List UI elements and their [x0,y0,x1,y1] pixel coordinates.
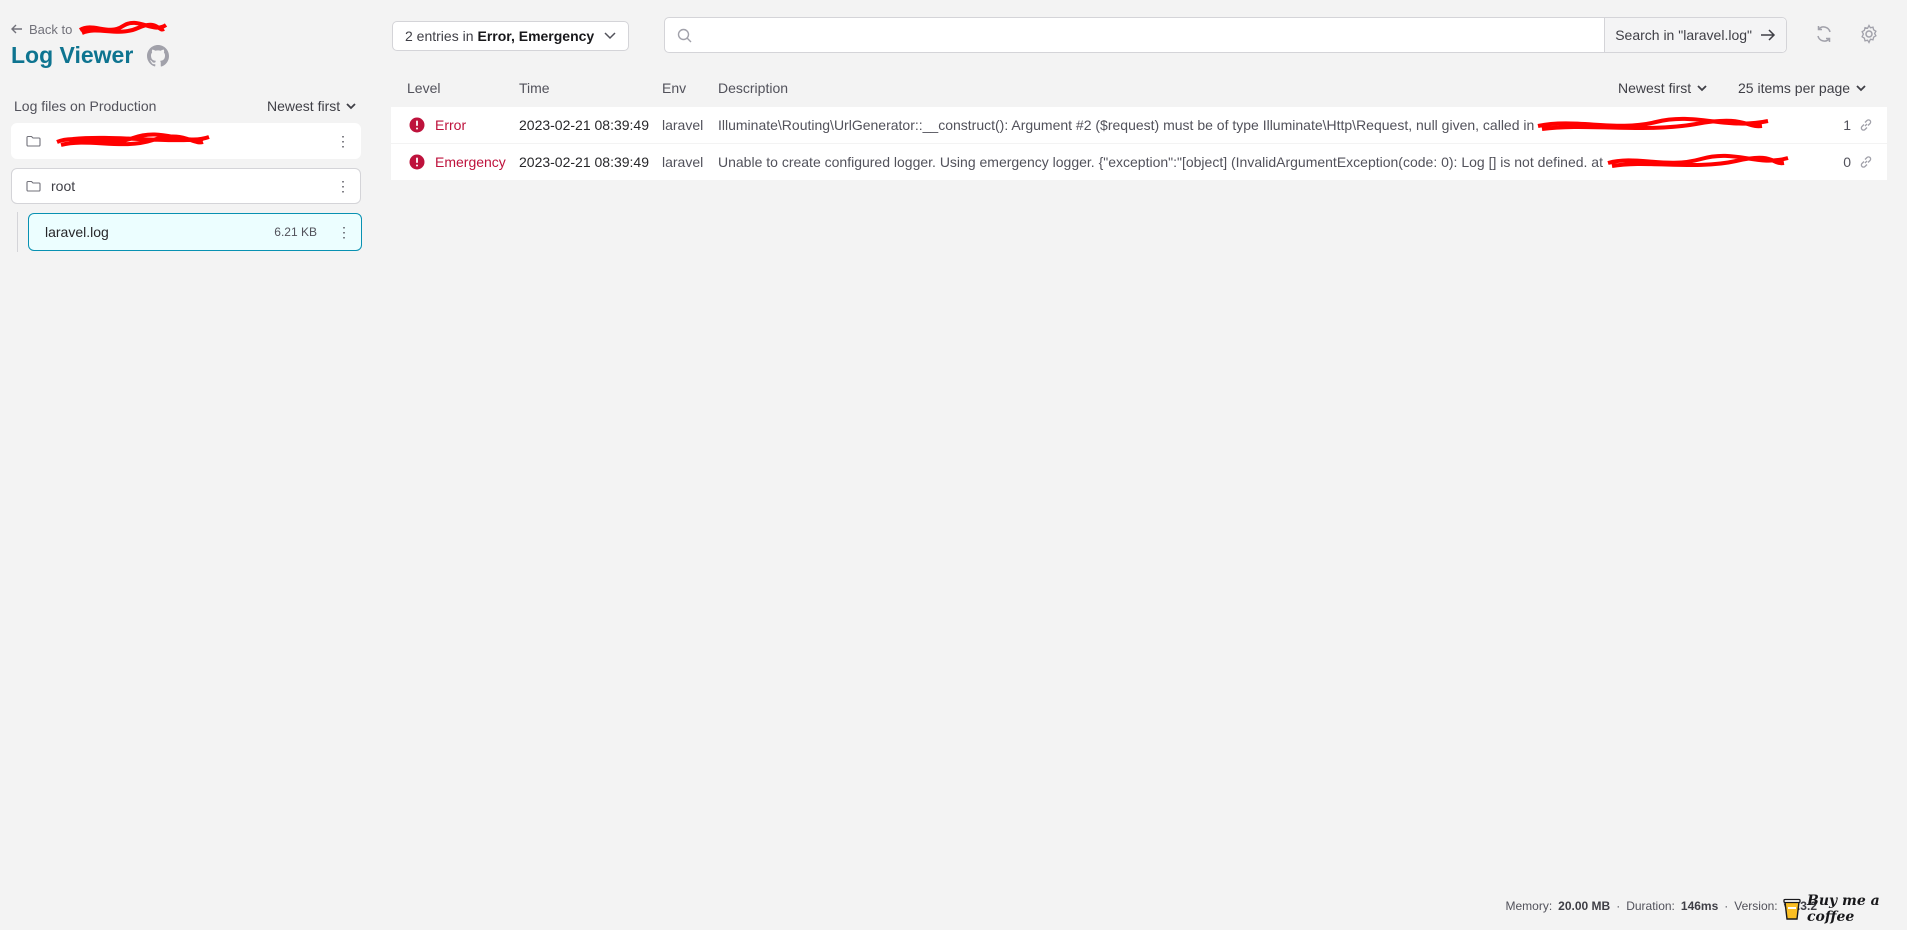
entry-sort-dropdown[interactable]: Newest first [1618,80,1707,96]
search-bar: Search in "laravel.log" [664,17,1787,53]
search-button-label: Search in "laravel.log" [1615,27,1752,43]
entry-time: 2023-02-21 08:39:49 [519,117,649,133]
level-filter-dropdown[interactable]: 2 entries in Error, Emergency [392,21,630,51]
folder-label: root [51,178,76,194]
filter-levels: Error, Emergency [477,28,595,44]
exclamation-circle-icon [409,154,425,170]
folder-menu-button[interactable]: ⋮ [336,179,350,193]
chevron-down-icon [604,32,616,40]
footer-stats: Memory: 20.00 MB · Duration: 146ms · Versi… [1505,899,1817,913]
search-icon [677,28,692,43]
entry-env: laravel [662,117,704,133]
refresh-icon[interactable] [1814,24,1834,44]
chevron-down-icon [1697,84,1707,92]
search-input[interactable] [665,17,1605,53]
separator: · [1616,899,1621,913]
link-icon[interactable] [1859,118,1873,132]
link-icon[interactable] [1859,155,1873,169]
file-size: 6.21 KB [274,225,317,239]
column-header-description: Description [718,80,789,96]
level-label: Emergency [435,154,506,170]
file-name: laravel.log [45,224,109,240]
chevron-down-icon [346,102,356,110]
page-title: Log Viewer [11,42,134,68]
filter-prefix: 2 entries in [405,28,474,44]
redaction-mark [79,20,168,35]
search-submit-button[interactable]: Search in "laravel.log" [1604,18,1786,52]
redaction-mark [1607,153,1789,168]
entry-count: 0 [1843,154,1851,170]
file-item-laravel-log[interactable]: laravel.log 6.21 KB ⋮ [28,213,362,251]
arrow-left-icon [11,24,23,34]
file-menu-button[interactable]: ⋮ [337,225,351,239]
table-row[interactable]: Emergency 2023-02-21 08:39:49 laravel Un… [391,144,1887,180]
memory-label: Memory: [1505,899,1553,913]
folder-icon [26,135,41,147]
gear-icon[interactable] [1859,24,1879,44]
file-sort-dropdown[interactable]: Newest first [267,98,356,114]
arrow-right-icon [1760,29,1776,41]
entry-sort-label: Newest first [1618,80,1692,96]
exclamation-circle-icon [409,117,425,133]
buy-me-a-coffee-link[interactable]: Buy me a coffee [1783,893,1907,925]
app-title: Log Viewer [11,42,170,69]
duration-value: 146ms [1680,899,1719,913]
column-header-env: Env [662,80,687,96]
redaction-mark [1537,116,1769,131]
folder-item-root[interactable]: root ⋮ [11,168,361,204]
table-row[interactable]: Error 2023-02-21 08:39:49 laravel Illumi… [391,107,1887,143]
column-header-time: Time [519,80,550,96]
entry-count: 1 [1843,117,1851,133]
entry-time: 2023-02-21 08:39:49 [519,154,649,170]
back-link[interactable]: Back to [11,20,168,38]
column-header-level: Level [407,80,441,96]
duration-label: Duration: [1626,899,1675,913]
log-files-label: Log files on Production [14,98,157,114]
per-page-label: 25 items per page [1738,80,1851,96]
per-page-dropdown[interactable]: 25 items per page [1738,80,1866,96]
folder-menu-button[interactable]: ⋮ [336,134,350,148]
folder-icon [26,180,41,192]
entry-env: laravel [662,154,704,170]
file-sort-label: Newest first [267,98,341,114]
github-icon[interactable] [147,44,170,67]
tree-line [17,212,18,252]
redaction-mark [56,132,210,147]
folder-item-redacted[interactable]: ⋮ [11,123,361,159]
separator: · [1724,899,1729,913]
chevron-down-icon [1856,84,1866,92]
back-link-label: Back to [29,21,73,37]
memory-value: 20.00 MB [1558,899,1611,913]
version-label: Version: [1734,899,1778,913]
level-label: Error [435,117,467,133]
coffee-label: Buy me a coffee [1807,893,1880,925]
coffee-cup-icon [1783,897,1801,921]
